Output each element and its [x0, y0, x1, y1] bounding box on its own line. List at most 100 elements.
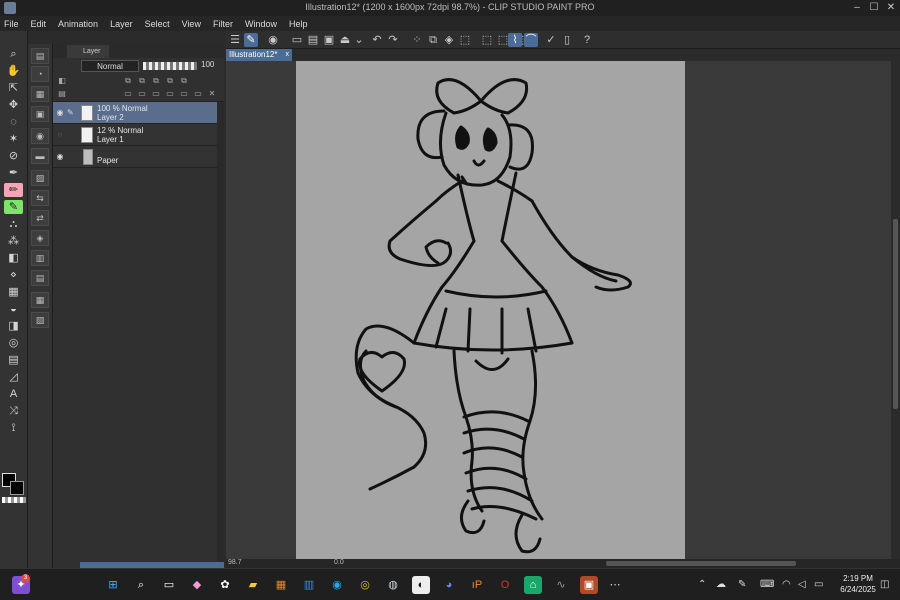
blend-mode-select[interactable]: Normal	[81, 60, 139, 72]
tool-property-icon[interactable]: ▦	[31, 86, 49, 102]
rotation-angle[interactable]: 0.0	[334, 559, 344, 566]
fill-icon[interactable]: ◈	[442, 33, 456, 47]
layer-search-icon[interactable]: ▥	[31, 250, 49, 266]
stabilizer-icon[interactable]: ⌇	[508, 33, 522, 47]
intermediate-color-icon[interactable]: ⇆	[31, 190, 49, 206]
curve-icon[interactable]: ⌒	[524, 33, 538, 47]
transparent-color-swatch[interactable]	[2, 497, 26, 503]
brush-tool-icon[interactable]: ✎	[244, 33, 258, 47]
notification-icon[interactable]: ◫	[880, 579, 889, 590]
new-raster-layer-icon[interactable]: ▭	[123, 89, 133, 99]
selection-icon[interactable]: ⬚	[480, 33, 494, 47]
correction-tool-icon[interactable]: ⟟	[4, 421, 23, 435]
sub-color-swatch[interactable]	[10, 481, 24, 495]
layer-property-icon[interactable]: ◈	[31, 230, 49, 246]
canvas-paper[interactable]	[296, 61, 685, 559]
brush-tool-icon[interactable]: ✎	[4, 200, 23, 214]
layer-mask-icon[interactable]: ◧	[57, 76, 67, 86]
windows-start-icon[interactable]: ⊞	[104, 576, 122, 594]
gradient-tool-icon[interactable]: ◒	[4, 302, 23, 316]
task-view-icon[interactable]: ▭	[160, 576, 178, 594]
eyedropper-tool-icon[interactable]: ⊘	[4, 149, 23, 163]
move-layer-tool-icon[interactable]: ✥	[4, 98, 23, 112]
horizontal-scroll-thumb[interactable]	[606, 561, 796, 566]
search-icon[interactable]: ⌕	[132, 576, 150, 594]
color-set-icon[interactable]: ▨	[31, 170, 49, 186]
eraser-tool-icon[interactable]: ◧	[4, 251, 23, 265]
help-icon[interactable]: ?	[580, 33, 594, 47]
material-folder-icon[interactable]: ▧	[31, 312, 49, 328]
copy-layer-icon[interactable]: ▭	[193, 89, 203, 99]
layer-row-layer-2[interactable]: ◉ ✎ 100 % Normal Layer 2	[53, 102, 217, 124]
layer-tab[interactable]: Layer	[67, 45, 109, 58]
game-app-icon[interactable]: ▣	[580, 576, 598, 594]
pen-tray-icon[interactable]: ✎	[738, 579, 746, 590]
opera-icon[interactable]: O	[496, 576, 514, 594]
clear-icon[interactable]: ⧉	[426, 33, 440, 47]
sub-tool-icon[interactable]: ▤	[31, 48, 49, 64]
redo-icon[interactable]: ↷	[386, 33, 400, 47]
close-button[interactable]: ✕	[884, 1, 898, 15]
wifi-icon[interactable]: ◠	[782, 579, 791, 590]
discord-icon[interactable]: ◕	[440, 576, 458, 594]
zoom-tool-icon[interactable]: ⌕	[4, 47, 23, 61]
canvas-tab[interactable]: Illustration12* x	[226, 49, 292, 61]
chevron-down-icon[interactable]: ⌄	[352, 33, 366, 47]
notepad-icon[interactable]: ▥	[300, 576, 318, 594]
menu-edit[interactable]: Edit	[31, 19, 47, 29]
pen-tool-icon[interactable]: ✒	[4, 166, 23, 180]
close-icon[interactable]: x	[286, 49, 290, 61]
undo-icon[interactable]: ↶	[370, 33, 384, 47]
new-file-icon[interactable]: ▭	[290, 33, 304, 47]
menu-select[interactable]: Select	[145, 19, 170, 29]
frame-tool-icon[interactable]: ◎	[4, 336, 23, 350]
mask-icon[interactable]: ▭	[179, 89, 189, 99]
keyboard-icon[interactable]: ⌨	[760, 579, 774, 590]
menu-filter[interactable]: Filter	[213, 19, 233, 29]
navigator-icon[interactable]: ▣	[31, 106, 49, 122]
edge-browser-icon[interactable]: ◉	[328, 576, 346, 594]
more-apps-icon[interactable]: ⋯	[606, 576, 624, 594]
fill-tool-icon[interactable]: ▦	[4, 285, 23, 299]
file-explorer-icon[interactable]: ▰	[244, 576, 262, 594]
opacity-slider[interactable]	[143, 62, 197, 70]
chatgpt-icon[interactable]: ✿	[216, 576, 234, 594]
layer-panel-menu-icon[interactable]: ▤	[57, 89, 67, 99]
calendar-icon[interactable]: ▦	[272, 576, 290, 594]
color-wheel-icon[interactable]: ◉	[31, 128, 49, 144]
merge-down-icon[interactable]: ▭	[165, 89, 175, 99]
save-icon[interactable]: ▣	[322, 33, 336, 47]
line-correction-tool-icon[interactable]: ⤨	[4, 404, 23, 418]
transform-icon[interactable]: ⬚	[458, 33, 472, 47]
new-folder-icon[interactable]: ▭	[151, 89, 161, 99]
menu-view[interactable]: View	[182, 19, 201, 29]
pencil-tool-icon[interactable]: ✏	[4, 183, 23, 197]
figure-tool-icon[interactable]: ◨	[4, 319, 23, 333]
layer-row-paper[interactable]: ◉ Paper	[53, 146, 217, 168]
new-vector-layer-icon[interactable]: ▭	[137, 89, 147, 99]
menu-layer[interactable]: Layer	[110, 19, 133, 29]
cloud-icon[interactable]: ☁	[716, 579, 726, 590]
export-icon[interactable]: ⏏	[338, 33, 352, 47]
brush-size-icon[interactable]: ◔	[31, 66, 49, 82]
eye-icon[interactable]: ◉	[55, 152, 65, 162]
decoration-tool-icon[interactable]: ⁂	[4, 234, 23, 248]
draft-icon[interactable]: ⧉	[151, 76, 161, 86]
volume-icon[interactable]: ◁	[798, 579, 806, 590]
material-icon[interactable]: ▦	[31, 292, 49, 308]
layer-row-layer-1[interactable]: ○ 12 % Normal Layer 1	[53, 124, 217, 146]
airbrush-tool-icon[interactable]: ⛬	[4, 217, 23, 231]
clock-date[interactable]: 6/24/2025	[834, 585, 882, 594]
misc-app-icon[interactable]: ∿	[552, 576, 570, 594]
battery-icon[interactable]: ▭	[814, 579, 823, 590]
deselect-icon[interactable]: ⁘	[410, 33, 424, 47]
text-tool-icon[interactable]: A	[4, 387, 23, 401]
copilot-icon[interactable]: ◆	[188, 576, 206, 594]
menu-window[interactable]: Window	[245, 19, 277, 29]
operation-tool-icon[interactable]: ⇱	[4, 81, 23, 95]
canvas-area[interactable]	[226, 61, 891, 559]
menu-animation[interactable]: Animation	[58, 19, 98, 29]
magic-wand-tool-icon[interactable]: ✶	[4, 132, 23, 146]
eye-icon[interactable]: ◉	[55, 108, 65, 118]
history-icon[interactable]: ▤	[31, 270, 49, 286]
